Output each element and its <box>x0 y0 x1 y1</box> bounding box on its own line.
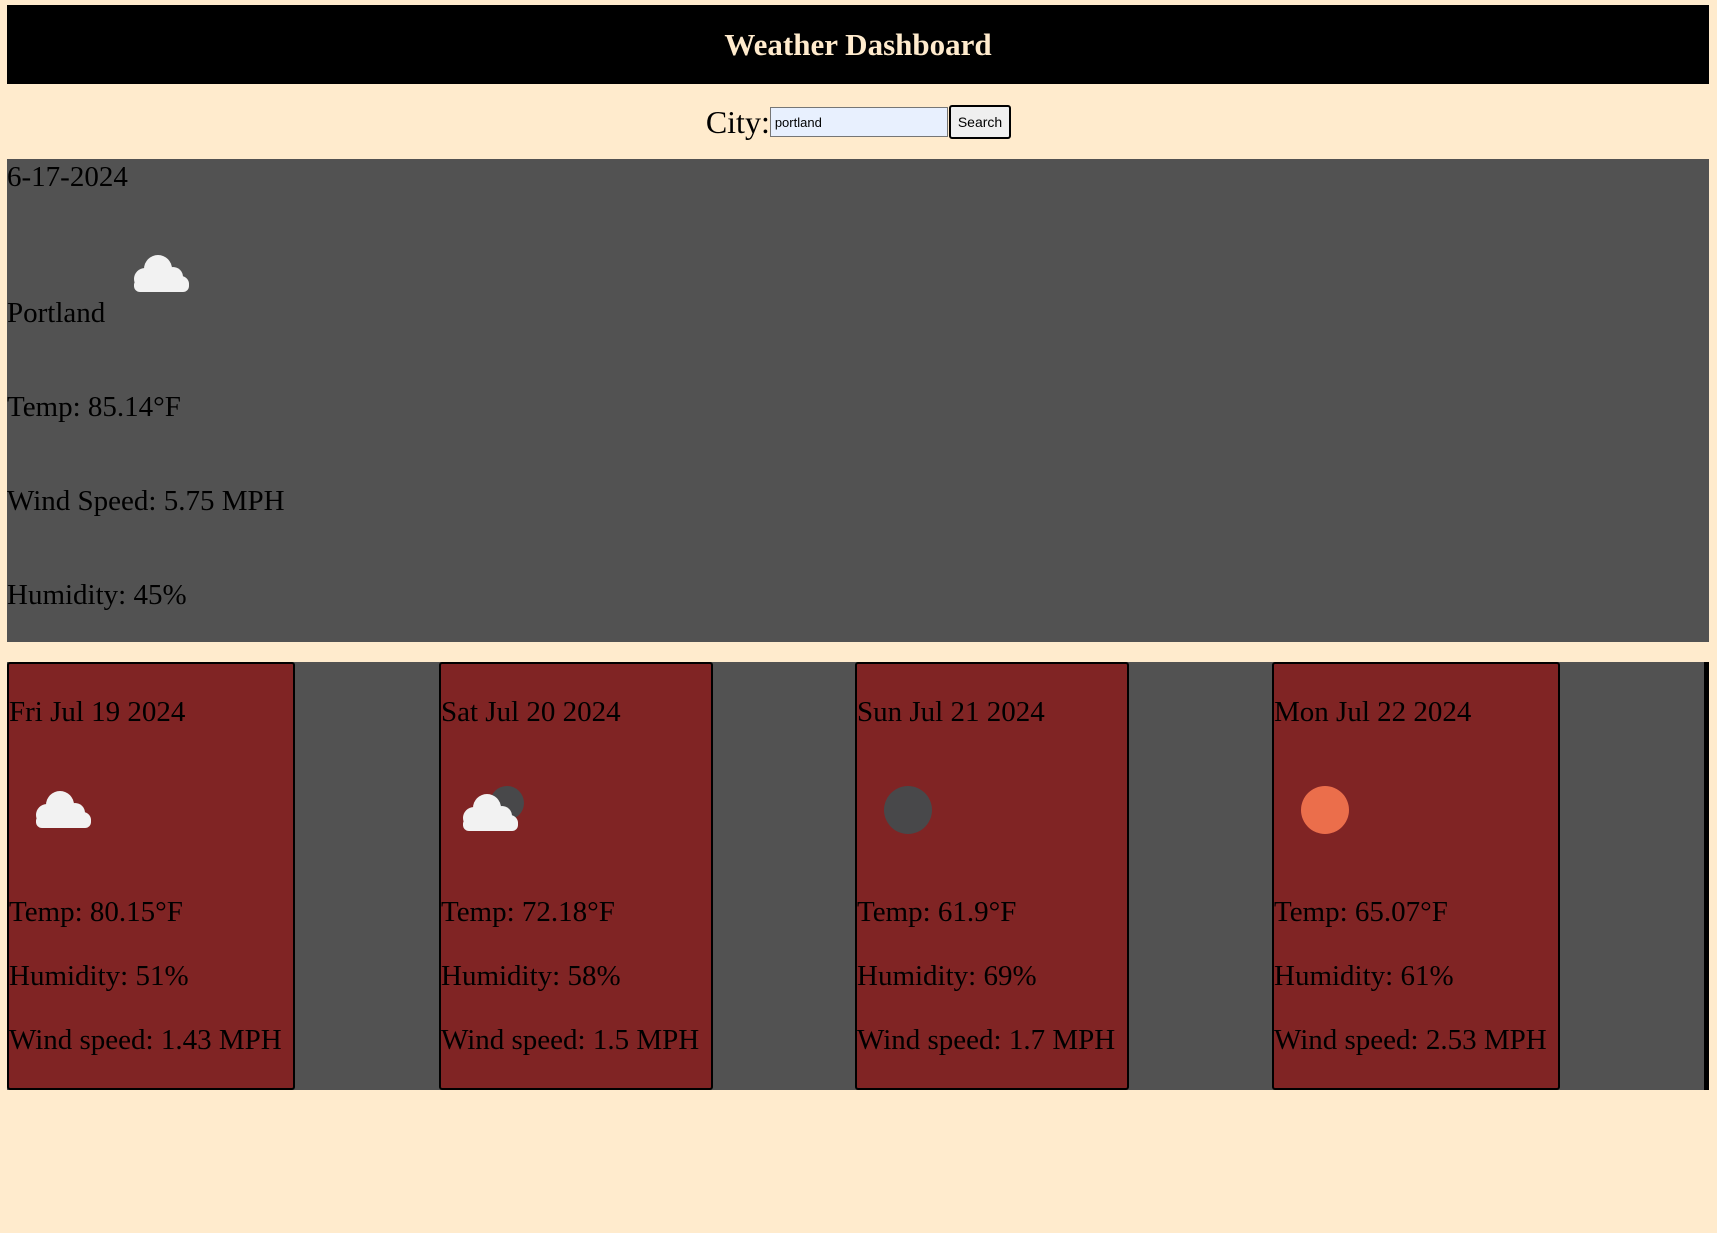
forecast-temp: Temp: 61.9°F <box>857 896 1017 928</box>
forecast-temp: Temp: 72.18°F <box>441 896 615 928</box>
cloud-icon <box>134 255 189 292</box>
cloud-icon <box>36 791 91 828</box>
forecast-temp: Temp: 80.15°F <box>9 896 183 928</box>
forecast-temp: Temp: 65.07°F <box>1274 896 1448 928</box>
current-wind: Wind Speed: 5.75 MPH <box>7 485 285 517</box>
current-city: Portland <box>7 297 106 329</box>
forecast-card: Sun Jul 21 2024 Temp: 61.9°F Humidity: 6… <box>855 662 1129 1090</box>
forecast-humidity: Humidity: 58% <box>441 960 621 992</box>
current-humidity: Humidity: 45% <box>7 579 187 611</box>
forecast-card: Sat Jul 20 2024 Temp: 72.18°F Humidity: … <box>439 662 713 1090</box>
forecast-humidity: Humidity: 69% <box>857 960 1037 992</box>
forecast-date: Fri Jul 19 2024 <box>9 696 186 728</box>
forecast-wind: Wind speed: 1.43 MPH <box>9 1024 282 1056</box>
forecast-edge-divider <box>1704 662 1709 1090</box>
moon-icon <box>884 786 932 834</box>
forecast-date: Mon Jul 22 2024 <box>1274 696 1472 728</box>
cloud-moon-icon <box>463 786 524 831</box>
sun-icon <box>1301 786 1349 834</box>
forecast-wind: Wind speed: 1.7 MPH <box>857 1024 1116 1056</box>
forecast-humidity: Humidity: 61% <box>1274 960 1454 992</box>
forecast-date: Sat Jul 20 2024 <box>441 696 621 728</box>
city-label: City: <box>705 104 770 140</box>
current-temp: Temp: 85.14°F <box>7 391 181 423</box>
forecast-humidity: Humidity: 51% <box>9 960 189 992</box>
app-header: Weather Dashboard <box>7 5 1709 84</box>
forecast-date: Sun Jul 21 2024 <box>857 696 1045 728</box>
forecast-wind: Wind speed: 1.5 MPH <box>441 1024 700 1056</box>
search-form: City: Search <box>0 104 1717 140</box>
forecast-wind: Wind speed: 2.53 MPH <box>1274 1024 1547 1056</box>
search-button[interactable]: Search <box>948 105 1012 139</box>
city-search-input[interactable] <box>769 107 948 137</box>
page-title: Weather Dashboard <box>724 26 992 62</box>
forecast-panel: Fri Jul 19 2024 Temp: 80.15°F Humidity: … <box>7 662 1709 1090</box>
current-weather-panel: 6-17-2024 Portland Temp: 85.14°F Wind Sp… <box>7 159 1709 642</box>
forecast-card: Mon Jul 22 2024 Temp: 65.07°F Humidity: … <box>1272 662 1560 1090</box>
current-date: 6-17-2024 <box>7 161 128 193</box>
forecast-card: Fri Jul 19 2024 Temp: 80.15°F Humidity: … <box>7 662 295 1090</box>
